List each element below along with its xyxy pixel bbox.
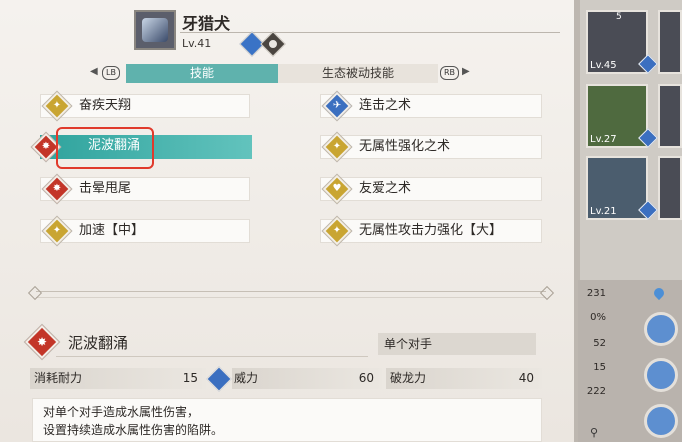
description-line: 对单个对手造成水属性伤害， xyxy=(43,405,200,419)
stat-value: 15 xyxy=(182,371,198,385)
stat-power: 威力 60 xyxy=(232,368,382,389)
name-divider xyxy=(180,32,560,33)
stat-number: 0% xyxy=(590,312,606,323)
skill-orb-icon[interactable] xyxy=(644,312,678,346)
stat-label: 破龙力 xyxy=(390,371,427,385)
card-level: Lv.45 xyxy=(590,60,617,71)
card-level: Lv.27 xyxy=(590,134,617,145)
bottom-nav-icon[interactable]: ⚲ xyxy=(590,426,598,439)
skill-item[interactable]: ✦ 加速【中】 xyxy=(40,216,250,246)
gold-buff-icon: ✦ xyxy=(42,91,72,121)
skill-orb-icon[interactable] xyxy=(644,404,678,438)
stat-stamina-cost: 消耗耐力 15 xyxy=(30,368,206,389)
lb-button[interactable]: LB xyxy=(102,66,120,80)
stat-number: 231 xyxy=(586,288,606,299)
gold-buff-icon: ✦ xyxy=(42,216,72,246)
skill-label: 无属性攻击力强化【大】 xyxy=(359,223,503,238)
monster-name: 牙猎犬 xyxy=(182,14,231,33)
skill-label: 击晕甩尾 xyxy=(79,181,132,196)
skill-item[interactable]: ✦ 无属性强化之术 xyxy=(320,132,542,162)
card-count: 5 xyxy=(616,12,622,22)
skill-label: 友爱之术 xyxy=(359,181,412,196)
skill-orb-icon[interactable] xyxy=(644,358,678,392)
skill-item[interactable]: ✈ 连击之术 xyxy=(320,91,542,121)
party-monster-card-partial[interactable] xyxy=(658,10,682,74)
stat-value: 40 xyxy=(518,371,534,385)
skill-label: 无属性强化之术 xyxy=(359,139,451,154)
party-monster-card-partial[interactable] xyxy=(658,84,682,148)
monster-level: Lv.41 xyxy=(182,37,212,50)
selection-highlight-box xyxy=(56,127,154,169)
stat-kinship-break: 破龙力 40 xyxy=(386,368,542,389)
detail-name-underline xyxy=(56,356,368,357)
stat-number: 222 xyxy=(586,386,606,397)
section-divider xyxy=(36,297,546,298)
skill-label: 连击之术 xyxy=(359,98,412,113)
red-attack-icon: ✸ xyxy=(42,174,72,204)
stat-number: 15 xyxy=(593,362,606,373)
monster-avatar-icon xyxy=(142,18,168,42)
tab-eco-passive-skills[interactable]: 生态被动技能 xyxy=(278,64,438,83)
skill-item[interactable]: ✸ 击晕甩尾 xyxy=(40,174,250,204)
stat-label: 消耗耐力 xyxy=(34,371,83,385)
stat-number: 52 xyxy=(593,338,606,349)
skill-item[interactable]: ✦ 奋疾天翔 xyxy=(40,91,250,121)
tab-left-arrow-icon[interactable]: ◀ xyxy=(90,66,98,77)
monster-portrait xyxy=(134,10,176,50)
gold-heart-icon: ♥ xyxy=(322,174,352,204)
stat-value: 60 xyxy=(358,371,374,385)
gold-buff-icon: ✦ xyxy=(322,132,352,162)
detail-skill-name: 泥波翻涌 xyxy=(68,334,129,352)
tab-skills[interactable]: 技能 xyxy=(126,64,278,83)
party-monster-card-partial[interactable] xyxy=(658,156,682,220)
blue-technical-icon: ✈ xyxy=(322,91,352,121)
skill-label: 加速【中】 xyxy=(79,223,145,238)
gold-buff-icon: ✦ xyxy=(322,216,352,246)
stat-label: 威力 xyxy=(234,371,259,385)
rb-button[interactable]: RB xyxy=(440,66,460,80)
skill-description: 对单个对手造成水属性伤害， 设置持续造成水属性伤害的陷阱。 xyxy=(32,398,542,442)
skill-label: 奋疾天翔 xyxy=(79,98,132,113)
skill-item[interactable]: ✦ 无属性攻击力强化【大】 xyxy=(320,216,542,246)
skill-item[interactable]: ♥ 友爱之术 xyxy=(320,174,542,204)
card-level: Lv.21 xyxy=(590,206,617,217)
section-divider xyxy=(36,291,546,292)
detail-target: 单个对手 xyxy=(378,333,536,355)
tab-right-arrow-icon[interactable]: ▶ xyxy=(462,66,470,77)
description-line: 设置持续造成水属性伤害的陷阱。 xyxy=(43,423,224,437)
